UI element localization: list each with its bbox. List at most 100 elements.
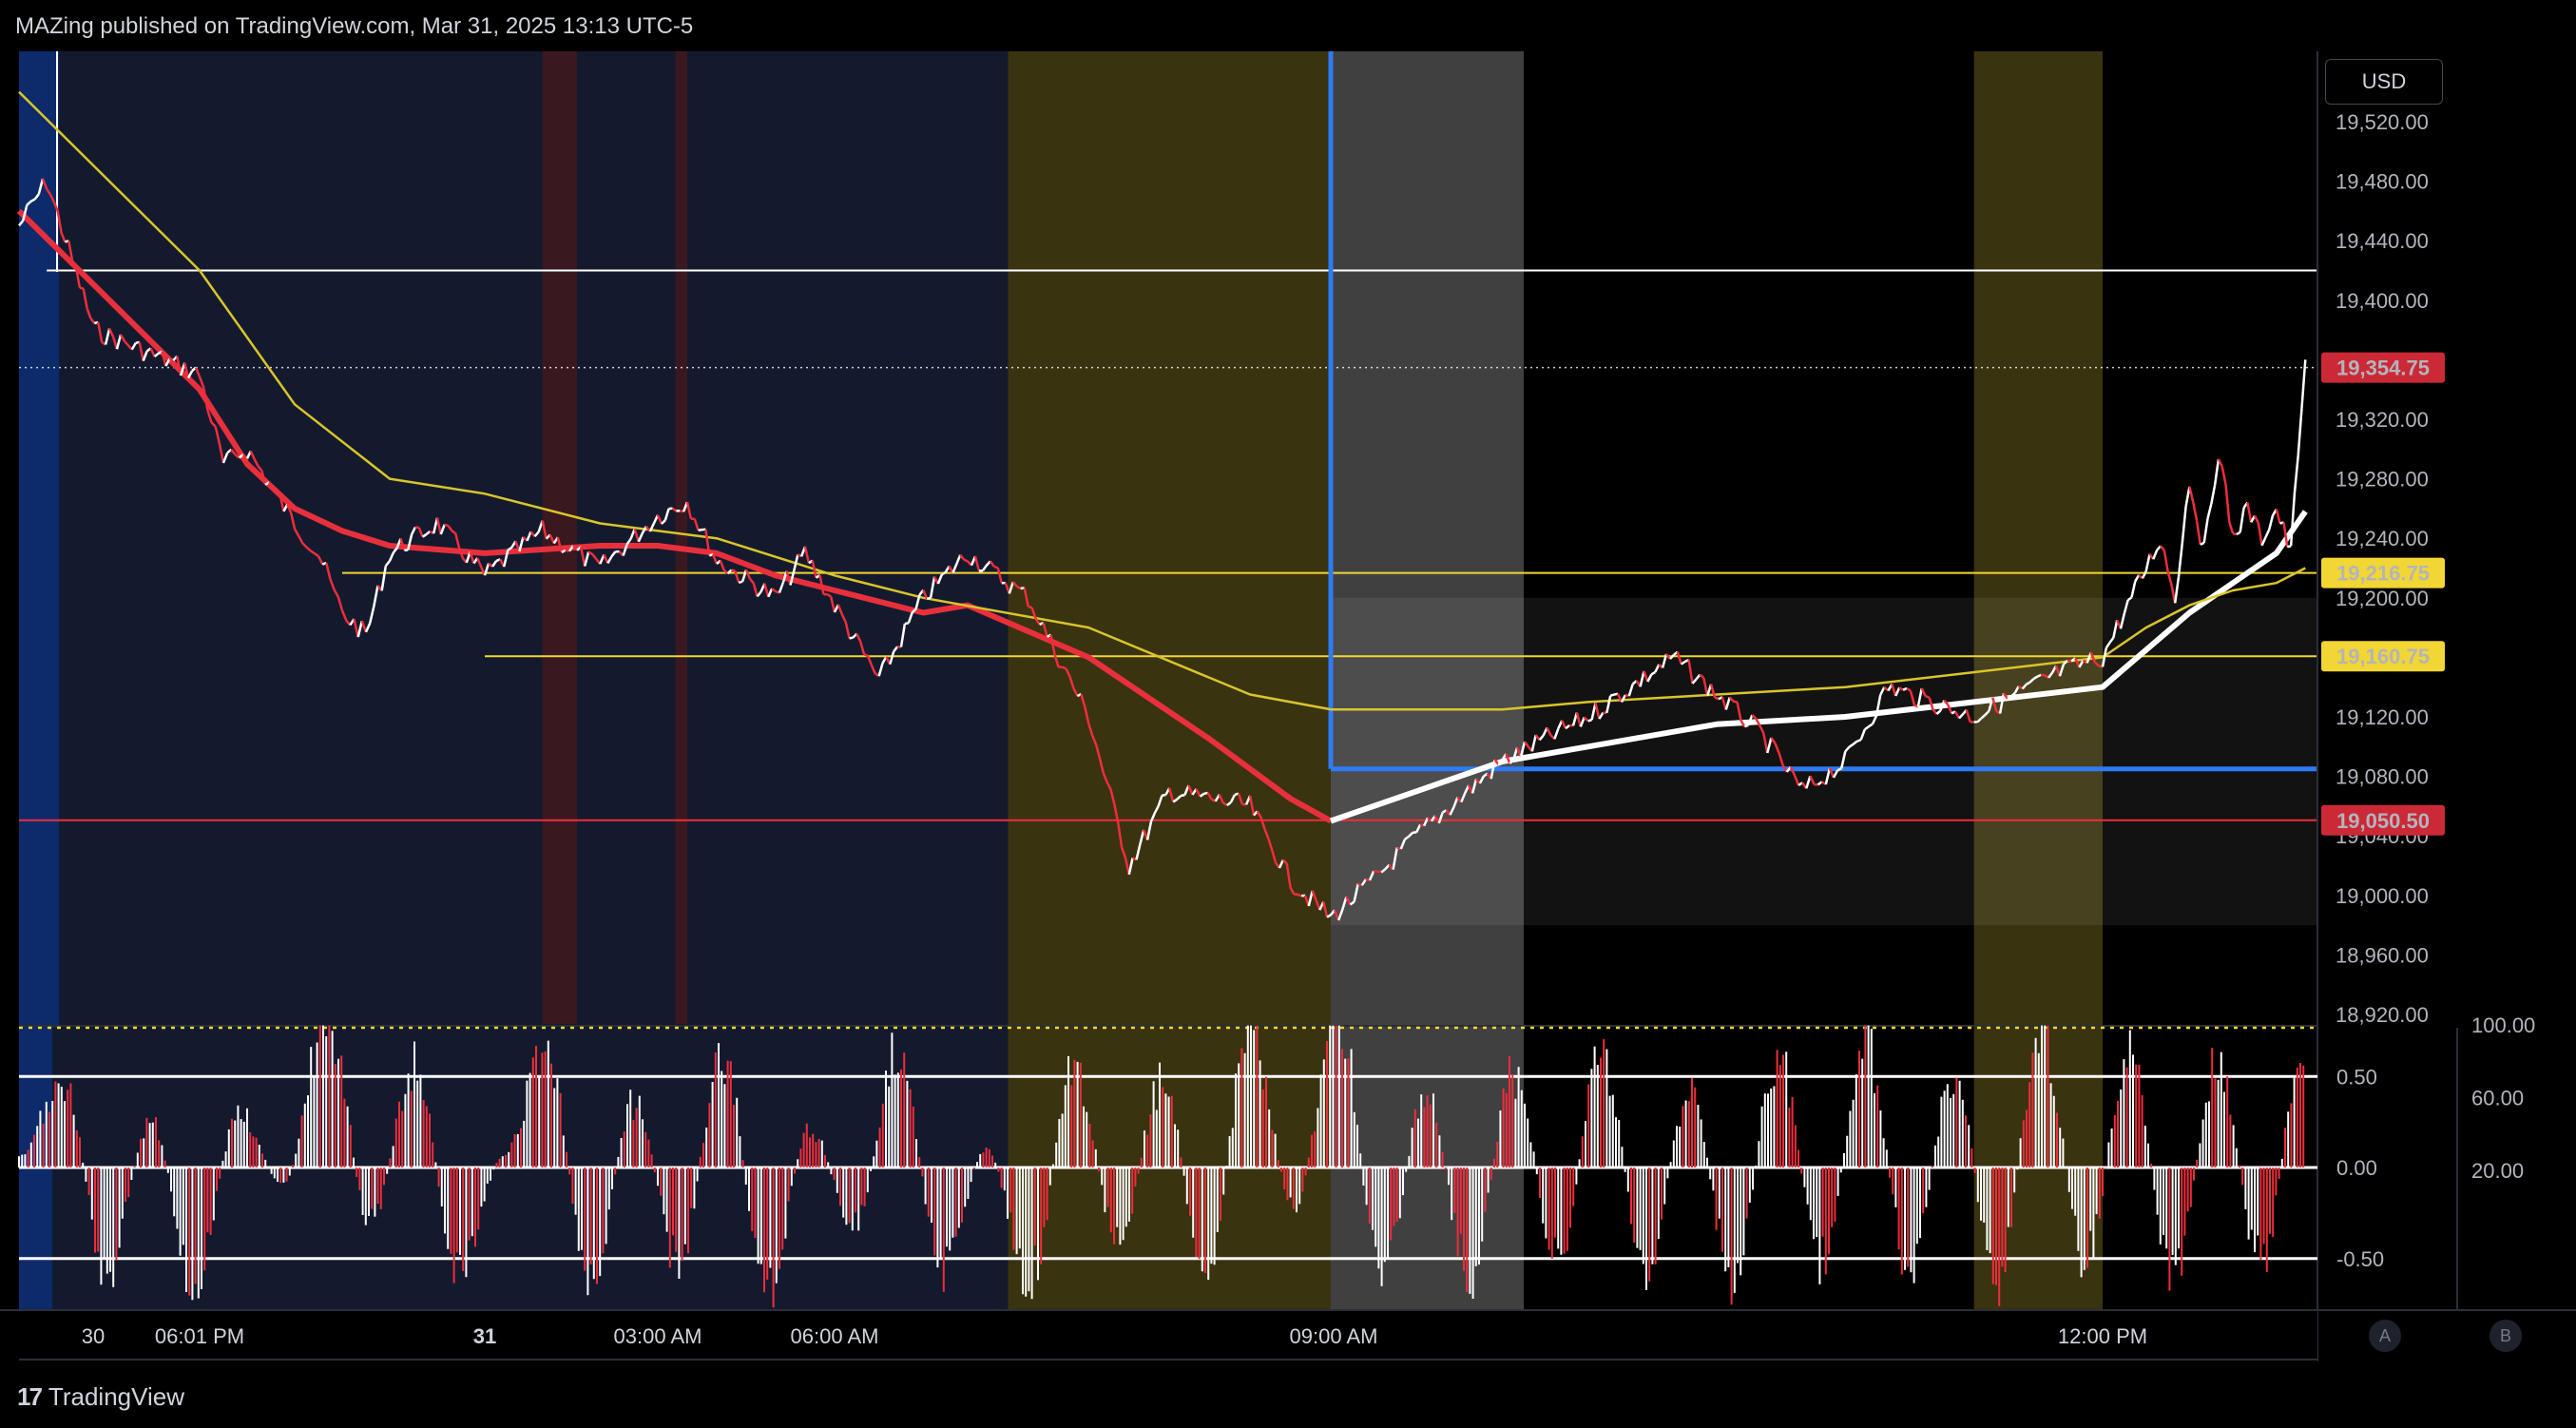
- price-bar: [2239, 507, 2245, 532]
- price-bar: [2159, 545, 2165, 551]
- price-bar: [2220, 466, 2227, 485]
- osc-left-tick-label: -0.50: [2336, 1247, 2384, 1271]
- osc-right-tick-label: 60.00: [2471, 1086, 2524, 1110]
- price-bar: [926, 596, 932, 601]
- price-bar: [1743, 724, 1749, 728]
- price-bar: [904, 622, 909, 626]
- opening-range-box: [1331, 597, 2325, 926]
- price-bar: [2195, 520, 2202, 545]
- price-bar: [1028, 605, 1032, 609]
- price-tick-label: 18,960.00: [2336, 943, 2429, 967]
- price-tick-label: 18,920.00: [2336, 1003, 2429, 1027]
- price-tick-label: 19,480.00: [2336, 170, 2429, 194]
- tradingview-logo-icon: 17: [17, 1382, 43, 1411]
- price-bar: [1714, 696, 1720, 701]
- brand-name: TradingView: [48, 1382, 184, 1411]
- price-bar: [2228, 521, 2235, 534]
- price-bar: [2267, 514, 2275, 531]
- price-tick-label: 19,400.00: [2336, 289, 2429, 313]
- price-bar: [2289, 492, 2297, 547]
- price-bar: [2202, 518, 2209, 544]
- price-bar: [993, 565, 999, 569]
- price-bar: [2181, 506, 2187, 544]
- price-bar: [2188, 486, 2195, 503]
- osc-right-tick-label: 20.00: [2471, 1159, 2524, 1183]
- time-tick-label: 09:00 AM: [1290, 1324, 1378, 1348]
- price-bar: [2206, 503, 2213, 519]
- price-bar: [863, 653, 869, 657]
- price-bar: [79, 286, 84, 290]
- price-bar: [2297, 408, 2303, 456]
- price-bar: [2217, 458, 2223, 468]
- price-bar: [2253, 514, 2259, 524]
- price-tick-label: 19,200.00: [2336, 587, 2429, 610]
- price-bar: [2191, 501, 2199, 521]
- price-bar: [2232, 532, 2238, 536]
- price-tick-label: 19,120.00: [2336, 705, 2429, 729]
- price-bar: [2275, 509, 2281, 524]
- chart-canvas[interactable]: 19,520.00 19,480.00 19,440.00 19,400.00 19,3…: [0, 0, 2576, 1428]
- price-bar: [2130, 581, 2137, 598]
- price-bar: [2210, 484, 2217, 505]
- log-scale-button[interactable]: B: [2489, 1320, 2522, 1352]
- price-bar: [2300, 359, 2307, 409]
- price-bar: [738, 580, 743, 585]
- osc-right-tick-label: 100.00: [2471, 1013, 2535, 1037]
- price-bar: [2200, 541, 2205, 546]
- price-bar: [2184, 486, 2191, 507]
- price-bar: [963, 558, 969, 563]
- price-bar: [731, 569, 736, 572]
- price-bar: [1856, 739, 1862, 743]
- time-tick-label: 12:00 PM: [2058, 1324, 2147, 1348]
- time-axis-bg: [0, 1310, 2317, 1361]
- osc-left-tick-label: 0.00: [2336, 1156, 2377, 1180]
- price-tick-label: 19,280.00: [2336, 468, 2429, 492]
- currency-selector[interactable]: USD: [2325, 59, 2443, 105]
- price-bar: [1733, 700, 1738, 704]
- price-label-text: 19,050.50: [2336, 809, 2430, 833]
- price-bar: [2152, 550, 2159, 560]
- time-tick-label: 30: [82, 1324, 105, 1348]
- price-bar: [1162, 793, 1166, 797]
- price-tick-label: 19,080.00: [2336, 765, 2429, 789]
- price-bar: [2036, 673, 2042, 678]
- osc-left-tick-label: 0.50: [2336, 1065, 2377, 1089]
- price-bar: [849, 636, 854, 640]
- price-tick-label: 19,000.00: [2336, 884, 2429, 908]
- time-tick-label: 06:01 PM: [155, 1324, 244, 1348]
- time-tick-label: 03:00 AM: [614, 1324, 702, 1348]
- price-bar: [2260, 536, 2267, 547]
- price-bar: [2067, 659, 2072, 663]
- price-bar: [2177, 542, 2184, 577]
- tradingview-logo[interactable]: 17 TradingView: [17, 1382, 184, 1412]
- time-tick-label: 06:00 AM: [791, 1324, 879, 1348]
- footer: 17 TradingView: [0, 1361, 2576, 1428]
- price-label-text: 19,354.75: [2336, 357, 2430, 380]
- price-tick-label: 19,520.00: [2336, 110, 2429, 134]
- price-bar: [444, 523, 449, 528]
- price-bar: [2213, 458, 2220, 486]
- price-bar: [2224, 484, 2231, 523]
- price-bar: [2264, 529, 2271, 538]
- auto-scale-button[interactable]: A: [2369, 1320, 2401, 1352]
- price-tick-label: 19,240.00: [2336, 527, 2429, 550]
- price-bar: [2293, 455, 2299, 494]
- price-bar: [1181, 793, 1185, 798]
- price-bar: [698, 528, 702, 532]
- price-bar: [2287, 545, 2292, 549]
- price-bar: [1587, 718, 1592, 723]
- price-bar: [1609, 693, 1615, 697]
- price-bar: [1297, 893, 1302, 897]
- price-label-text: 19,160.75: [2336, 645, 2430, 668]
- price-tick-label: 19,440.00: [2336, 229, 2429, 253]
- price-label-text: 19,216.75: [2336, 562, 2430, 586]
- price-bar: [1061, 666, 1067, 670]
- price-tick-label: 19,320.00: [2336, 408, 2429, 432]
- price-bar: [1925, 695, 1930, 699]
- price-bar: [2144, 553, 2151, 572]
- session-bg-alert: [675, 51, 687, 1024]
- price-bar: [2163, 550, 2169, 572]
- price-bar: [2257, 522, 2263, 546]
- price-bar: [1902, 686, 1908, 691]
- price-bar: [2236, 531, 2241, 536]
